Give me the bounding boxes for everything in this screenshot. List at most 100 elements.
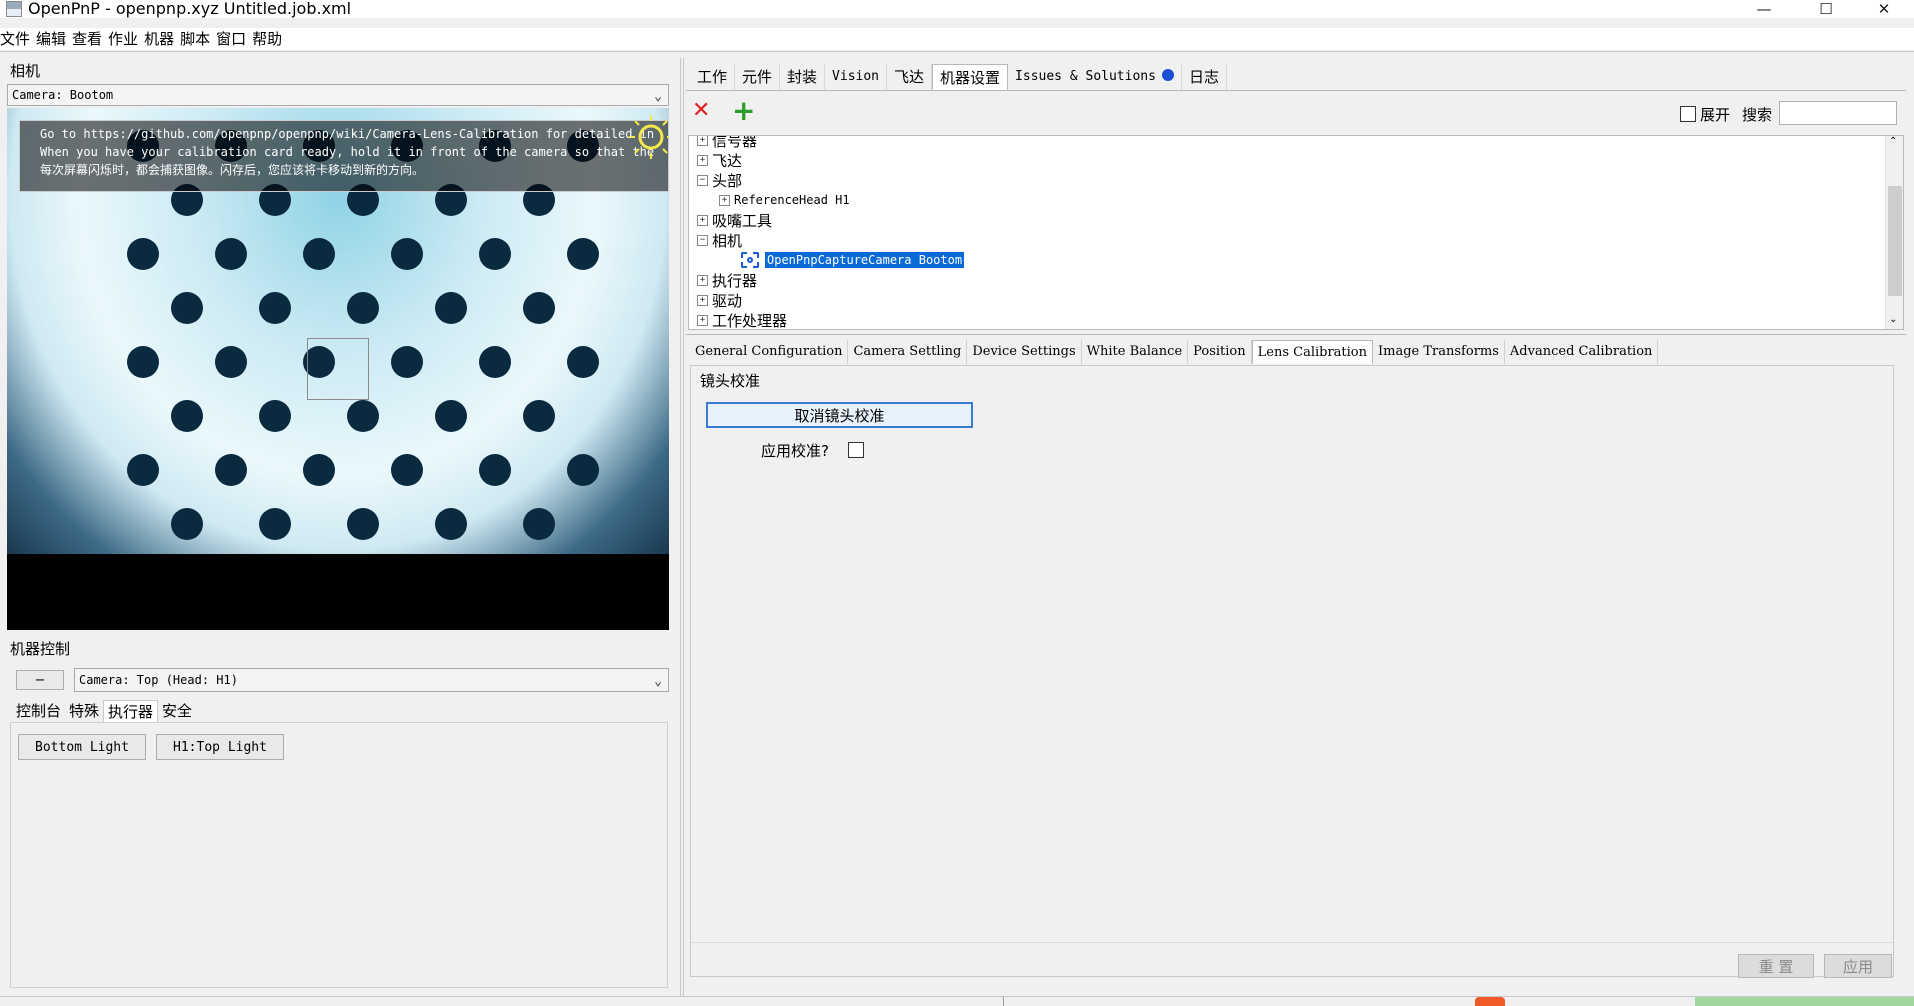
close-button[interactable]: ✕ <box>1856 0 1912 18</box>
splitter[interactable] <box>680 58 684 996</box>
camera-select-value: Camera: Bootom <box>12 88 114 102</box>
tree-scrollbar[interactable]: ⌃ ⌄ <box>1885 136 1903 329</box>
tab-settings-5[interactable]: Lens Calibration <box>1251 340 1374 364</box>
collapse-button[interactable]: − <box>16 670 64 690</box>
expand-icon[interactable]: + <box>719 194 730 206</box>
tab-settings-2[interactable]: Device Settings <box>967 340 1082 364</box>
tab-settings-7[interactable]: Advanced Calibration <box>1505 340 1659 364</box>
menu-machine[interactable]: 机器 <box>144 28 180 50</box>
camera-panel-label: 相机 <box>10 62 41 80</box>
tab-settings-3[interactable]: White Balance <box>1082 340 1189 364</box>
add-glyph: + <box>732 94 756 127</box>
reset-button[interactable]: 重 置 <box>1738 954 1814 978</box>
tab-special[interactable]: 特殊 <box>65 700 103 722</box>
menu-help[interactable]: 帮助 <box>252 28 288 50</box>
instruction-line-1: Go to https://github.com/openpnp/openpnp… <box>40 127 655 141</box>
machine-camera-select[interactable]: Camera: Top (Head: H1) ⌄ <box>74 668 669 692</box>
tab-main-6[interactable]: Issues & Solutions <box>1008 64 1182 90</box>
camera-view[interactable]: Go to https://github.com/openpnp/openpnp… <box>7 108 669 630</box>
tree-node-label: 飞达 <box>712 151 743 170</box>
collapse-icon[interactable]: − <box>697 174 708 186</box>
apply-button[interactable]: 应用 <box>1824 954 1892 978</box>
calibration-dot <box>523 292 555 324</box>
tree-node[interactable]: + 飞达 <box>697 150 742 170</box>
calibration-dot <box>479 346 511 378</box>
tab-settings-0[interactable]: General Configuration <box>690 340 849 364</box>
tab-main-4[interactable]: 飞达 <box>887 64 933 90</box>
calibration-dot <box>259 292 291 324</box>
maximize-button[interactable]: ☐ <box>1798 0 1854 18</box>
actuators-panel: Bottom Light H1:Top Light <box>10 722 668 988</box>
tab-main-1[interactable]: 元件 <box>735 64 781 90</box>
menu-edit[interactable]: 编辑 <box>36 28 72 50</box>
menu-script[interactable]: 脚本 <box>180 28 216 50</box>
tree-node-label: OpenPnpCaptureCamera Bootom <box>765 252 965 268</box>
calibration-dot <box>435 400 467 432</box>
scroll-down-icon[interactable]: ⌄ <box>1889 314 1897 325</box>
tab-settings-1[interactable]: Camera Settling <box>848 340 968 364</box>
tab-settings-4[interactable]: Position <box>1188 340 1252 364</box>
scrollbar-thumb[interactable] <box>1888 186 1902 296</box>
calibration-dot <box>171 400 203 432</box>
calibration-dot <box>127 346 159 378</box>
tree-node[interactable]: + 执行器 <box>697 270 757 290</box>
calibration-dot <box>259 508 291 540</box>
tree-node[interactable]: OpenPnpCaptureCamera Bootom <box>741 250 965 270</box>
tree-node[interactable]: − 相机 <box>697 230 742 250</box>
machine-tree[interactable]: ⌃ ⌄ + 信号器 + 飞达 − 头部 + ReferenceHead H1 + 吸嘴工具 − 相机 O… <box>688 135 1904 330</box>
calibration-dot <box>127 238 159 270</box>
menu-window[interactable]: 窗口 <box>216 28 252 50</box>
expand-icon[interactable]: + <box>697 314 708 326</box>
bottom-light-button[interactable]: Bottom Light <box>18 734 146 760</box>
tab-main-label: 机器设置 <box>940 69 1001 87</box>
calibration-instructions: Go to https://github.com/openpnp/openpnp… <box>19 120 669 192</box>
scroll-up-icon[interactable]: ⌃ <box>1889 136 1897 147</box>
top-light-button[interactable]: H1:Top Light <box>156 734 284 760</box>
menu-divider <box>0 51 1914 52</box>
tab-console[interactable]: 控制台 <box>12 700 65 722</box>
status-segment <box>1003 997 1233 1006</box>
tab-actuators[interactable]: 执行器 <box>103 700 159 722</box>
tree-node[interactable]: + 信号器 <box>697 136 757 150</box>
expand-icon[interactable]: + <box>697 214 708 226</box>
tab-safety[interactable]: 安全 <box>158 700 196 722</box>
add-icon[interactable]: + <box>732 94 755 127</box>
expand-icon[interactable]: + <box>697 154 708 166</box>
tab-main-0[interactable]: 工作 <box>690 64 736 90</box>
minimize-button[interactable]: — <box>1736 0 1792 18</box>
tab-main-2[interactable]: 封装 <box>780 64 826 90</box>
expand-checkbox[interactable] <box>1680 106 1696 122</box>
tree-node[interactable]: + ReferenceHead H1 <box>719 190 850 210</box>
tree-node[interactable]: + 驱动 <box>697 290 742 310</box>
camera-select[interactable]: Camera: Bootom ⌄ <box>7 84 669 106</box>
delete-icon[interactable]: ✕ <box>692 98 710 123</box>
expand-icon[interactable]: + <box>697 294 708 306</box>
calibration-dot <box>171 508 203 540</box>
tree-node[interactable]: + 工作处理器 <box>697 310 787 329</box>
expand-icon[interactable]: + <box>697 136 708 146</box>
apply-calibration-label: 应用校准? <box>761 442 829 460</box>
tree-node[interactable]: − 头部 <box>697 170 742 190</box>
menu-file[interactable]: 文件 <box>0 28 36 50</box>
calibration-dot <box>435 292 467 324</box>
tab-main-7[interactable]: 日志 <box>1182 64 1227 90</box>
cancel-lens-calibration-button[interactable]: 取消镜头校准 <box>706 402 973 428</box>
main-tabs: 工作 元件 封装 Vision 飞达 机器设置 Issues & Solutions 日志 <box>690 64 1227 90</box>
expand-icon[interactable]: + <box>697 274 708 286</box>
menu-job[interactable]: 作业 <box>108 28 144 50</box>
status-indicator <box>1475 997 1505 1006</box>
apply-calibration-checkbox[interactable] <box>848 442 864 458</box>
calibration-dot <box>435 508 467 540</box>
menu-view[interactable]: 查看 <box>72 28 108 50</box>
collapse-icon[interactable]: − <box>697 234 708 246</box>
footer-divider <box>691 942 1893 943</box>
tab-main-label: 飞达 <box>894 68 925 86</box>
selection-rectangle <box>307 338 369 400</box>
search-input[interactable] <box>1779 101 1897 125</box>
tab-main-3[interactable]: Vision <box>825 64 888 90</box>
tab-settings-6[interactable]: Image Transforms <box>1373 340 1505 364</box>
tree-node[interactable]: + 吸嘴工具 <box>697 210 772 230</box>
tree-node-label: 吸嘴工具 <box>712 211 773 230</box>
app-icon <box>6 1 22 17</box>
tab-main-5[interactable]: 机器设置 <box>932 64 1009 90</box>
